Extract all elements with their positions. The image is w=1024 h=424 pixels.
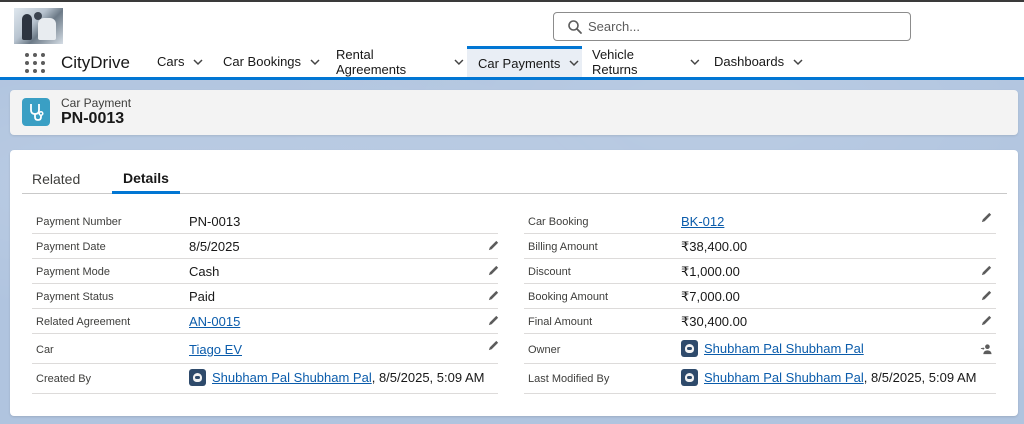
nav-tab-label: Car Payments (478, 55, 561, 71)
pencil-icon[interactable] (980, 314, 993, 327)
global-header (0, 0, 1024, 46)
field-label: Created By (36, 373, 92, 385)
field-owner: Owner Shubham Pal Shubham Pal (524, 334, 996, 364)
field-discount: Discount ₹1,000.00 (524, 259, 996, 284)
field-car-booking: Car Booking BK-012 (524, 209, 996, 234)
app-launcher-icon[interactable] (25, 53, 45, 73)
nav-tab-label: Cars (157, 54, 185, 69)
chevron-down-icon[interactable] (568, 57, 580, 69)
field-label: Owner (528, 344, 561, 356)
detail-tabs: Related Details (22, 164, 1007, 194)
field-related-agreement: Related Agreement AN-0015 (32, 309, 500, 334)
page-title: PN-0013 (61, 110, 125, 127)
field-label: Payment Mode (36, 266, 110, 278)
nav-tab-label: Rental Agreements (336, 46, 407, 77)
chevron-down-icon[interactable] (192, 56, 204, 68)
record-type-label: Car Payment (61, 96, 132, 110)
pencil-icon[interactable] (487, 264, 500, 277)
field-label: Payment Number (36, 216, 122, 228)
app-name: CityDrive (61, 53, 130, 72)
company-logo[interactable] (14, 8, 63, 44)
field-label: Last Modified By (528, 373, 610, 385)
chevron-down-icon[interactable] (309, 56, 321, 68)
field-label: Car (36, 344, 54, 356)
tab-details[interactable]: Details (112, 164, 180, 194)
field-value: BK-012 (681, 214, 724, 229)
field-label: Car Booking (528, 216, 589, 228)
field-value: ₹38,400.00 (681, 239, 748, 254)
last-modified-by-user-link[interactable]: Shubham Pal Shubham Pal (704, 370, 864, 385)
pencil-icon[interactable] (980, 289, 993, 302)
car-booking-link[interactable]: BK-012 (681, 214, 724, 229)
field-value: Shubham Pal Shubham Pal , 8/5/2025, 5:09… (189, 369, 484, 386)
nav-tab-car-bookings[interactable]: Car Bookings (212, 46, 322, 77)
chevron-down-icon[interactable] (792, 56, 804, 68)
user-avatar-icon (681, 340, 698, 357)
stethoscope-icon (30, 104, 44, 121)
chevron-down-icon[interactable] (453, 56, 465, 68)
nav-tab-label: Dashboards (714, 54, 785, 69)
field-label: Booking Amount (528, 291, 609, 303)
car-link[interactable]: Tiago EV (189, 342, 242, 357)
field-label: Discount (528, 266, 571, 278)
field-label: Final Amount (528, 316, 593, 328)
field-value: ₹7,000.00 (681, 289, 740, 304)
pencil-icon[interactable] (487, 289, 500, 302)
field-last-modified-by: Last Modified By Shubham Pal Shubham Pal… (524, 364, 996, 394)
field-billing-amount: Billing Amount ₹38,400.00 (524, 234, 996, 259)
nav-tab-label: Vehicle Returns (592, 46, 638, 77)
field-label: Payment Status (36, 291, 114, 303)
field-value: PN-0013 (189, 214, 241, 229)
user-avatar-icon (681, 369, 698, 386)
field-payment-date: Payment Date 8/5/2025 (32, 234, 500, 259)
field-value: Cash (189, 264, 220, 279)
field-value: Tiago EV (189, 342, 242, 357)
field-value: ₹30,400.00 (681, 314, 748, 329)
field-value: AN-0015 (189, 314, 240, 329)
field-payment-mode: Payment Mode Cash (32, 259, 500, 284)
search-icon (568, 20, 582, 34)
field-final-amount: Final Amount ₹30,400.00 (524, 309, 996, 334)
nav-tab-label: Car Bookings (223, 54, 302, 69)
field-created-by: Created By Shubham Pal Shubham Pal , 8/5… (32, 364, 498, 394)
field-booking-amount: Booking Amount ₹7,000.00 (524, 284, 996, 309)
nav-tab-car-payments[interactable]: Car Payments (467, 46, 582, 77)
pencil-icon[interactable] (487, 239, 500, 252)
field-value: Shubham Pal Shubham Pal (681, 340, 864, 357)
nav-tab-cars[interactable]: Cars (146, 46, 208, 77)
field-label: Related Agreement (36, 316, 131, 328)
owner-user-link[interactable]: Shubham Pal Shubham Pal (704, 341, 864, 356)
field-label: Payment Date (36, 241, 106, 253)
created-by-user-link[interactable]: Shubham Pal Shubham Pal (212, 370, 372, 385)
app-nav-bar: CityDrive Cars Car Bookings Rental Agree… (0, 46, 1024, 80)
record-type-icon (22, 98, 50, 126)
nav-tab-vehicle-returns[interactable]: Vehicle Returns (581, 46, 701, 77)
field-value: 8/5/2025 (189, 239, 240, 254)
pencil-icon[interactable] (980, 264, 993, 277)
field-payment-status: Payment Status Paid (32, 284, 500, 309)
record-detail-card: Related Details Payment Number PN-0013 P… (10, 150, 1018, 416)
change-owner-icon[interactable] (980, 343, 993, 356)
field-value: ₹1,000.00 (681, 264, 740, 279)
pencil-icon[interactable] (487, 314, 500, 327)
related-agreement-link[interactable]: AN-0015 (189, 314, 240, 329)
search-input[interactable] (588, 16, 898, 37)
nav-tab-rental-agreements[interactable]: Rental Agreements (325, 46, 465, 77)
created-date: , 8/5/2025, 5:09 AM (371, 370, 485, 385)
record-header: Car Payment PN-0013 (10, 90, 1018, 135)
global-search[interactable] (553, 12, 911, 41)
pencil-icon[interactable] (980, 211, 993, 224)
field-car: Car Tiago EV (32, 334, 500, 364)
last-modified-date: , 8/5/2025, 5:09 AM (863, 370, 977, 385)
tab-related[interactable]: Related (32, 164, 80, 194)
field-value: Shubham Pal Shubham Pal , 8/5/2025, 5:09… (681, 369, 976, 386)
chevron-down-icon[interactable] (689, 56, 701, 68)
pencil-icon[interactable] (487, 339, 500, 352)
field-value: Paid (189, 289, 216, 304)
field-payment-number: Payment Number PN-0013 (32, 209, 498, 234)
user-avatar-icon (189, 369, 206, 386)
field-label: Billing Amount (528, 241, 598, 253)
nav-tab-dashboards[interactable]: Dashboards (703, 46, 808, 77)
